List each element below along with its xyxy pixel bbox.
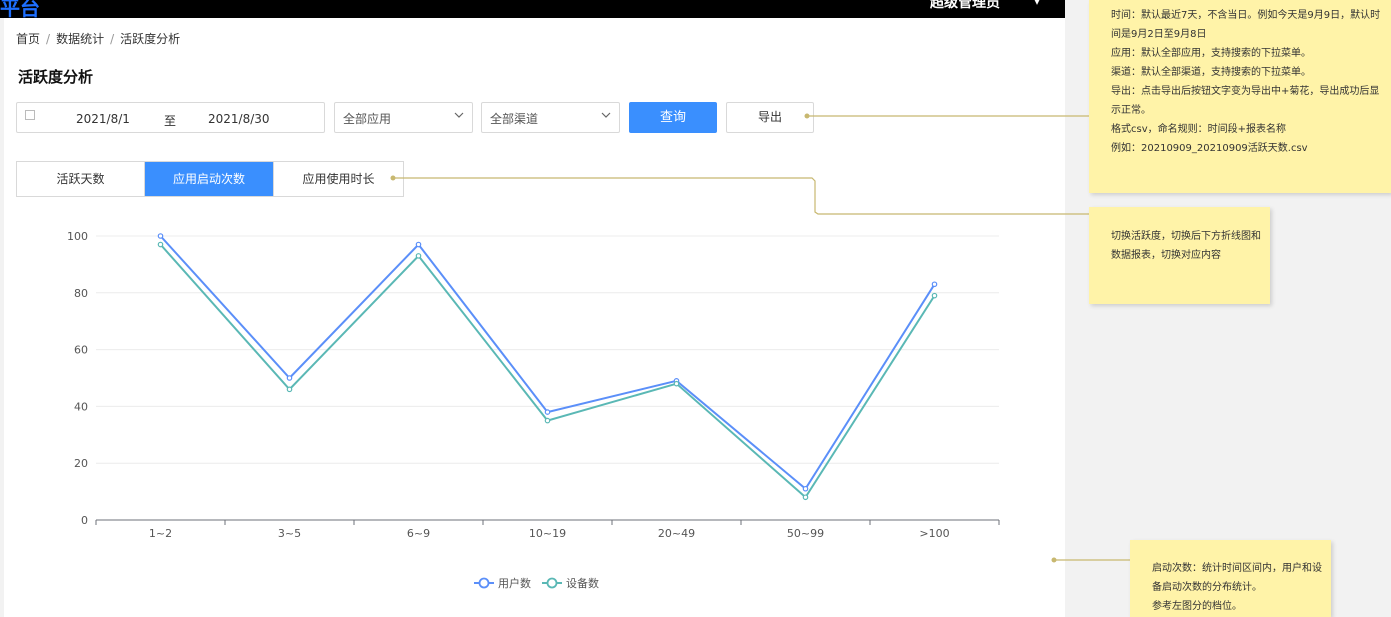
y-tick-label: 100 [67,230,88,243]
note-line: 切换活跃度，切换后下方折线图和数据报表，切换对应内容 [1111,231,1261,261]
legend-label: 用户数 [498,576,531,590]
y-tick-label: 60 [74,344,88,357]
note-line: 导出：点击导出后按钮文字变为导出中+菊花，导出成功后显示正常。 [1111,86,1380,116]
sticky-note-filters: 时间：默认最近7天，不含当日。例如今天是9月9日，默认时间是9月2日至9月8日 … [1089,0,1391,193]
data-point [802,494,809,501]
legend-marker [546,577,558,589]
x-tick-label: 1~2 [149,527,172,540]
data-point [286,386,293,393]
note-line: 格式csv，命名规则：时间段+报表名称 [1111,124,1287,135]
sticky-note-tabs: 切换活跃度，切换后下方折线图和数据报表，切换对应内容 [1089,207,1270,304]
series-line [159,235,936,491]
data-point [544,417,551,424]
legend-label: 设备数 [566,576,599,590]
y-tick-label: 40 [74,400,88,413]
sticky-note-launch-count: 启动次数：统计时间区间内，用户和设备启动次数的分布统计。 参考左图分的档位。 [1130,540,1331,617]
x-tick-label: 3~5 [278,527,301,540]
series-line [159,243,936,499]
x-tick-label: 20~49 [658,527,695,540]
x-tick-label: 50~99 [787,527,824,540]
note-line: 参考左图分的档位。 [1152,601,1242,612]
data-point [673,380,680,387]
x-tick-label: 10~19 [529,527,566,540]
legend-marker [478,577,490,589]
y-tick-label: 0 [81,514,88,527]
note-line: 启动次数：统计时间区间内，用户和设备启动次数的分布统计。 [1152,563,1322,593]
y-tick-label: 20 [74,457,88,470]
note-line: 应用：默认全部应用，支持搜索的下拉菜单。 [1111,48,1311,59]
data-point [802,485,809,492]
y-tick-label: 80 [74,287,88,300]
line-chart: 0 20 40 60 80 100 1~2 3~5 6~9 10~19 20~49 50~99 >100… [67,230,1000,590]
x-tick-label: 6~9 [407,527,430,540]
data-point [415,253,422,259]
data-point [931,281,938,288]
data-point [157,233,164,239]
x-tick-label: >100 [919,527,949,540]
data-point [415,241,422,248]
data-point [931,292,938,299]
note-line: 例如：20210909_20210909活跃天数.csv [1111,143,1308,154]
note-line: 时间：默认最近7天，不含当日。例如今天是9月9日，默认时间是9月2日至9月8日 [1111,10,1381,40]
data-point [157,241,164,248]
data-point [286,375,293,381]
note-line: 渠道：默认全部渠道，支持搜索的下拉菜单。 [1111,67,1311,78]
data-point [544,409,551,415]
